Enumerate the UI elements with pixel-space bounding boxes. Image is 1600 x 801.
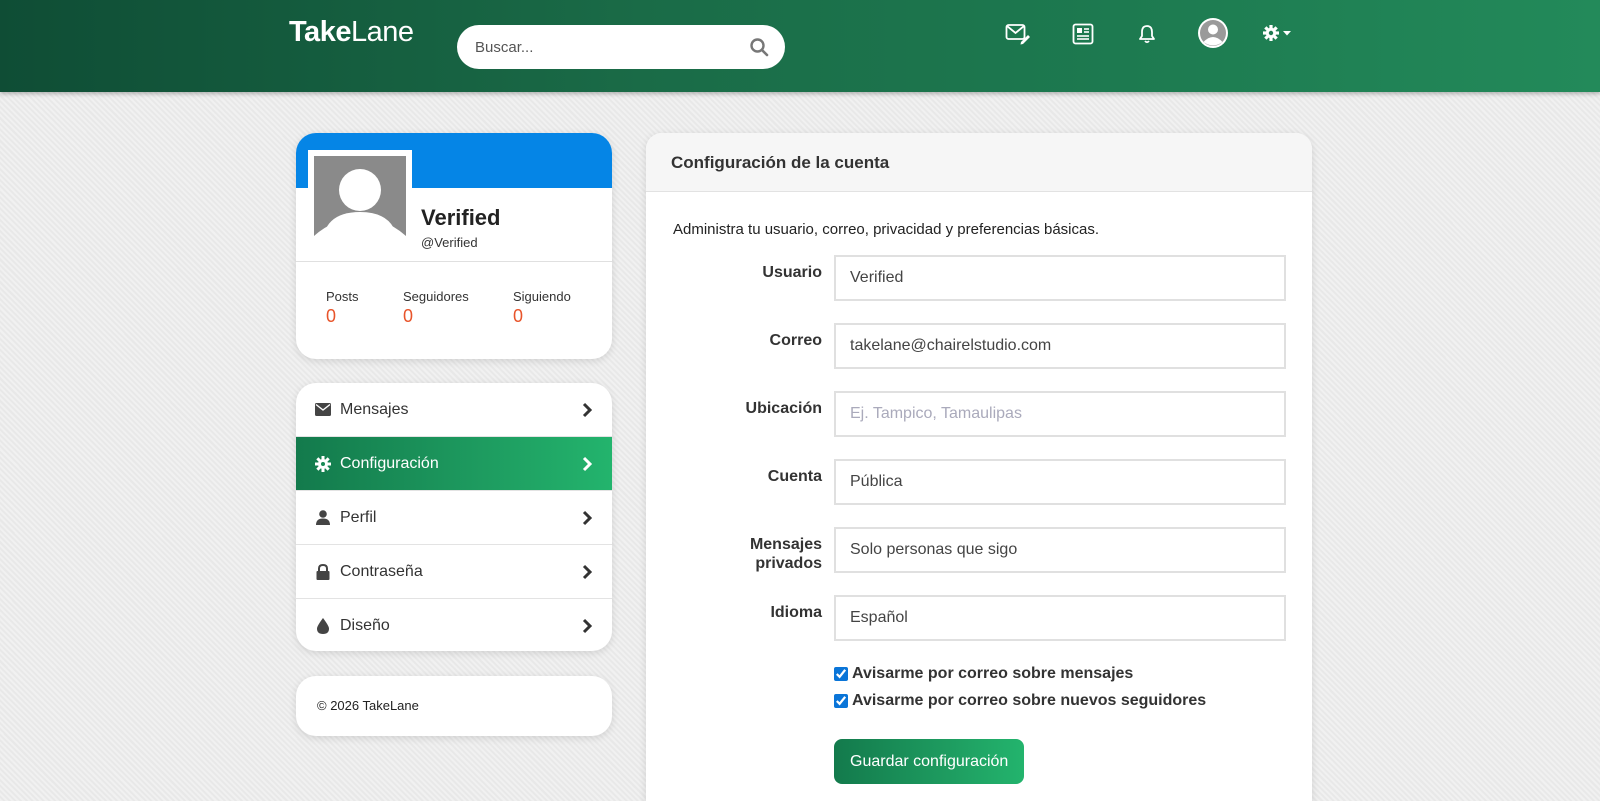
chevron-right-icon — [580, 563, 594, 581]
menu-item-label: Configuración — [340, 454, 439, 472]
checkbox-label: Avisarme por correo sobre mensajes — [852, 665, 1134, 682]
ubicacion-input[interactable] — [834, 391, 1286, 437]
search-box — [457, 25, 785, 69]
menu-item-label: Perfil — [340, 508, 377, 526]
mensajes-privados-label: Mensajes privados — [686, 535, 822, 573]
cuenta-select[interactable] — [834, 459, 1286, 505]
cuenta-label: Cuenta — [767, 468, 822, 485]
label-line: Mensajes — [749, 536, 822, 553]
usuario-label: Usuario — [762, 264, 822, 281]
ubicacion-label: Ubicación — [745, 400, 822, 417]
envelope-icon — [314, 401, 332, 419]
menu-item-contrasena[interactable]: Contraseña — [296, 545, 612, 599]
email-followers-checkbox[interactable] — [834, 694, 848, 708]
stat-label: Posts — [326, 289, 359, 304]
drop-icon — [314, 617, 332, 635]
settings-dropdown-icon[interactable] — [1262, 20, 1294, 48]
stat-label: Siguiendo — [513, 289, 571, 304]
check-seguidores-row[interactable]: Avisarme por correo sobre nuevos seguido… — [834, 692, 1206, 710]
gear-icon — [314, 455, 332, 473]
stat-label: Seguidores — [403, 289, 469, 304]
account-settings-panel: Configuración de la cuenta Administra tu… — [646, 133, 1312, 801]
stat-posts[interactable]: Posts 0 — [326, 289, 359, 327]
panel-title: Configuración de la cuenta — [671, 153, 890, 172]
chevron-right-icon — [580, 509, 594, 527]
profile-picture-frame[interactable] — [308, 150, 412, 254]
search-icon[interactable] — [749, 37, 769, 57]
lock-icon — [314, 563, 332, 581]
panel-header: Configuración de la cuenta — [646, 133, 1312, 192]
chevron-right-icon — [580, 455, 594, 473]
logo-light-text: Lane — [350, 16, 414, 48]
panel-description: Administra tu usuario, correo, privacida… — [673, 221, 1100, 238]
mensajes-privados-select[interactable] — [834, 527, 1286, 573]
menu-item-configuracion[interactable]: Configuración — [296, 437, 612, 491]
stat-value: 0 — [513, 306, 524, 326]
menu-item-diseno[interactable]: Diseño — [296, 599, 612, 651]
email-messages-checkbox[interactable] — [834, 667, 848, 681]
stat-value: 0 — [403, 306, 414, 326]
correo-label: Correo — [769, 332, 822, 349]
email-field[interactable] — [834, 323, 1286, 369]
check-mensajes-row[interactable]: Avisarme por correo sobre mensajes — [834, 665, 1133, 683]
compose-message-icon[interactable] — [1004, 20, 1032, 48]
label-line: privados — [755, 555, 822, 572]
checkbox-label: Avisarme por correo sobre nuevos seguido… — [852, 692, 1207, 709]
idioma-label: Idioma — [770, 604, 822, 621]
user-icon — [314, 509, 332, 527]
profile-name: Verified — [421, 205, 501, 230]
profile-divider — [296, 261, 612, 262]
stat-value: 0 — [326, 306, 337, 326]
user-avatar-icon[interactable] — [1198, 18, 1228, 48]
menu-item-mensajes[interactable]: Mensajes — [296, 383, 612, 437]
menu-item-label: Contraseña — [340, 562, 423, 580]
top-navbar: TakeLane — [0, 0, 1600, 92]
logo[interactable]: TakeLane — [289, 16, 414, 49]
bell-icon[interactable] — [1133, 20, 1161, 48]
footer-card: © 2026 TakeLane — [296, 676, 612, 736]
profile-picture — [314, 156, 406, 248]
usuario-input[interactable] — [834, 255, 1286, 301]
newsfeed-icon[interactable] — [1069, 20, 1097, 48]
profile-handle: @Verified — [421, 235, 478, 250]
copyright-text: © 2026 TakeLane — [317, 698, 419, 713]
search-input[interactable] — [475, 25, 735, 69]
settings-menu: Mensajes Configuración Perfil Contraseña — [296, 383, 612, 651]
chevron-right-icon — [580, 617, 594, 635]
menu-item-label: Mensajes — [340, 400, 409, 418]
profile-card: Verified @Verified Posts 0 Seguidores 0 … — [296, 133, 612, 359]
stat-seguidores[interactable]: Seguidores 0 — [403, 289, 469, 327]
menu-item-label: Diseño — [340, 617, 390, 634]
menu-item-perfil[interactable]: Perfil — [296, 491, 612, 545]
save-settings-button[interactable]: Guardar configuración — [834, 739, 1025, 784]
logo-bold-text: Take — [289, 16, 351, 48]
idioma-select[interactable] — [834, 595, 1286, 641]
chevron-right-icon — [580, 401, 594, 419]
stat-siguiendo[interactable]: Siguiendo 0 — [513, 289, 571, 327]
